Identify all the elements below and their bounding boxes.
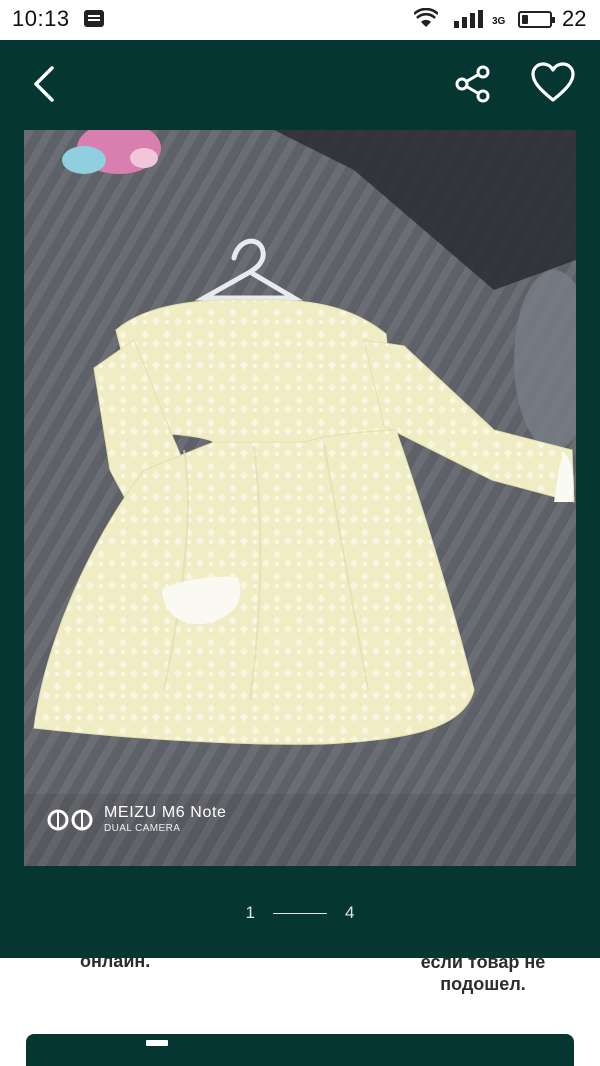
signal-icon <box>454 10 483 28</box>
product-photo[interactable]: MEIZU M6 Note DUAL CAMERA <box>24 130 576 866</box>
status-bar: 10:13 3G 22 <box>0 0 600 40</box>
info-text-right-line2: подошел. <box>440 974 526 994</box>
pager-total: 4 <box>345 903 355 922</box>
meizu-logo-icon <box>47 809 93 831</box>
notification-icon <box>84 10 104 27</box>
watermark-sub: DUAL CAMERA <box>104 823 181 834</box>
battery-fill <box>522 15 528 24</box>
back-button[interactable] <box>26 62 66 106</box>
status-time: 10:13 <box>12 6 70 31</box>
info-text-right: если товар не подошел. <box>410 958 556 995</box>
share-icon <box>455 65 490 103</box>
camera-watermark: MEIZU M6 Note DUAL CAMERA <box>46 804 227 836</box>
button-icon <box>146 1040 168 1046</box>
info-text-right-line1: если товар не <box>420 958 546 972</box>
favorite-button[interactable] <box>530 62 576 104</box>
share-button[interactable] <box>452 64 494 104</box>
chevron-left-icon <box>34 66 54 102</box>
heart-outline-icon <box>531 62 575 102</box>
pager-divider <box>273 912 327 914</box>
photo-gallery: MEIZU M6 Note DUAL CAMERA 1 4 <box>0 40 600 958</box>
battery-percent: 22 <box>562 6 587 31</box>
info-text-left: онлайн. <box>80 958 151 971</box>
page-content-below: онлайн. если товар не подошел. <box>0 958 600 1066</box>
bottom-action-button[interactable] <box>26 1034 574 1066</box>
dress-photo-illustration <box>24 130 576 866</box>
photo-pager: 1 4 <box>0 900 600 926</box>
pager-current: 1 <box>245 903 255 922</box>
wifi-icon <box>414 8 438 27</box>
battery-icon <box>518 11 555 28</box>
network-type: 3G <box>492 16 506 27</box>
watermark-brand: MEIZU M6 Note <box>104 804 227 821</box>
